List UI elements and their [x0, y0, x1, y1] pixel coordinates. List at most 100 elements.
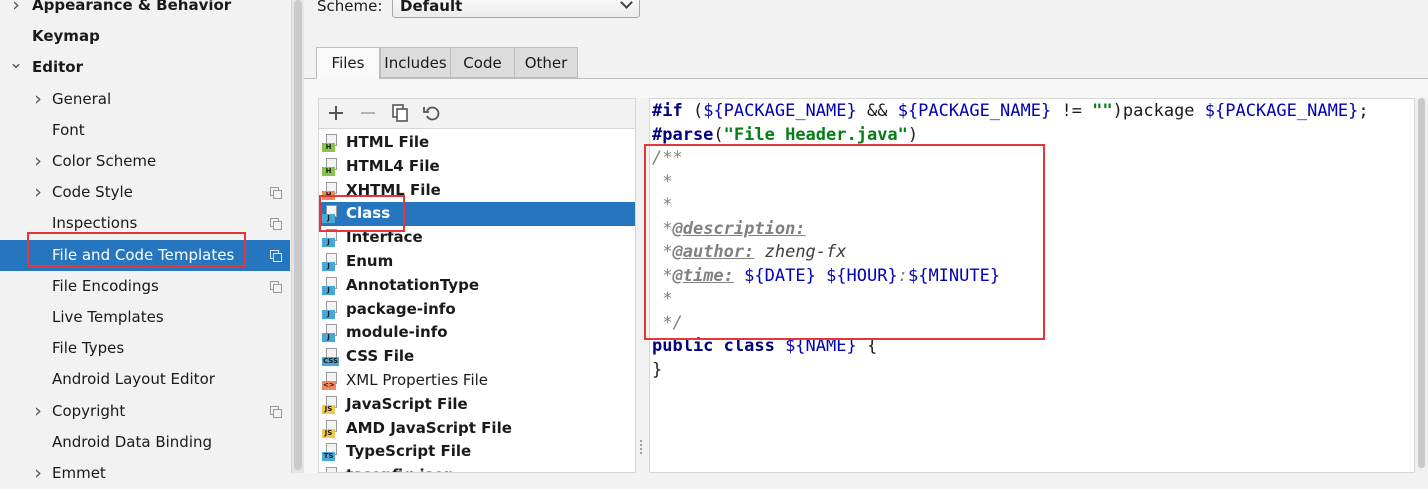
code-token: && [856, 101, 898, 121]
sidebar-item-file-encodings[interactable]: File Encodings [0, 271, 290, 302]
file-type-icon: <> [322, 372, 339, 390]
sidebar-item-file-and-code-templates[interactable]: File and Code Templates [0, 239, 290, 271]
file-type-icon: J [322, 276, 339, 295]
sidebar-item-android-data-binding[interactable]: Android Data Binding [0, 427, 290, 458]
minus-icon[interactable] [357, 102, 379, 124]
code-token: } [652, 359, 663, 380]
sidebar-item-inspections[interactable]: Inspections [0, 208, 290, 239]
template-list: H HTML File H HTML4 File H XHTML File J Class J I… [318, 128, 636, 473]
chevron-right-icon[interactable]: › [30, 458, 46, 489]
template-item[interactable]: H HTML File [319, 131, 635, 155]
code-token: ${MINUTE} [907, 265, 1001, 286]
sidebar-item-label: File and Code Templates [52, 245, 235, 264]
template-item[interactable]: H HTML4 File [319, 155, 635, 179]
sidebar-item-label: General [52, 89, 112, 108]
file-type-badge: J [322, 285, 335, 295]
template-code-editor[interactable]: #if (${PACKAGE_NAME} && ${PACKAGE_NAME} … [649, 98, 1415, 473]
sidebar-item-editor[interactable]: ⌄ Editor [0, 52, 290, 83]
template-name: XML Properties File [346, 371, 489, 389]
file-type-badge: J [322, 238, 335, 248]
tab-includes[interactable]: Includes [380, 47, 451, 78]
sidebar-item-appearance-behavior[interactable]: › Appearance & Behavior [0, 0, 290, 21]
tab-other[interactable]: Other [514, 47, 578, 78]
template-item[interactable]: CSS CSS File [319, 345, 635, 369]
sidebar-item-keymap[interactable]: Keymap [0, 21, 290, 52]
code-token: @time: [672, 265, 734, 286]
tab-code[interactable]: Code [450, 47, 515, 78]
sidebar-item-file-types[interactable]: File Types [0, 333, 290, 364]
template-name: Class [346, 204, 391, 223]
project-scope-icon [270, 280, 282, 293]
code-token: * [652, 218, 673, 239]
splitter-grip[interactable] [640, 440, 643, 454]
template-item[interactable]: JS AMD JavaScript File [319, 417, 635, 441]
editor-scrollbar[interactable] [1415, 98, 1428, 473]
template-item[interactable]: H XHTML File [319, 179, 635, 203]
code-token: #if [652, 101, 683, 121]
scheme-label: Scheme: [317, 0, 383, 15]
sidebar-item-android-layout-editor[interactable]: Android Layout Editor [0, 364, 290, 395]
template-name: AnnotationType [346, 275, 480, 294]
code-token: ; [1358, 101, 1369, 121]
sidebar-item-color-scheme[interactable]: › Color Scheme [0, 146, 290, 177]
template-name: HTML File [346, 133, 430, 151]
sidebar-item-font[interactable]: Font [0, 115, 290, 146]
sidebar-item-label: Android Layout Editor [52, 370, 215, 389]
undo-icon[interactable] [421, 102, 443, 124]
code-token: { [856, 336, 878, 356]
sidebar-item-label: Keymap [32, 27, 100, 46]
file-type-badge: <> [322, 381, 336, 390]
copy-icon[interactable] [389, 102, 411, 124]
code-line: *@author: zheng-fx [652, 241, 846, 265]
template-item[interactable]: J Class [319, 202, 635, 227]
template-item[interactable]: {} tsconfig.json [319, 464, 635, 472]
file-type-badge: H [322, 190, 335, 200]
template-item[interactable]: TS TypeScript File [319, 440, 635, 464]
file-type-badge: H [322, 143, 335, 152]
template-name: HTML4 File [346, 156, 440, 175]
scrollbar-thumb[interactable] [294, 0, 302, 470]
file-type-icon: CSS [322, 348, 340, 367]
scheme-dropdown[interactable]: Default [392, 0, 640, 18]
file-type-badge: TS [322, 452, 335, 462]
tab-files[interactable]: Files [316, 47, 380, 79]
code-token: ( [682, 101, 704, 121]
file-type-badge: H [322, 166, 335, 176]
template-item[interactable]: J AnnotationType [319, 274, 635, 298]
chevron-right-icon[interactable]: › [30, 84, 46, 115]
template-list-scrollbar[interactable] [636, 98, 649, 473]
code-token: * [652, 265, 673, 286]
chevron-right-icon[interactable]: › [8, 0, 24, 21]
sidebar-item-label: Code Style [52, 183, 133, 202]
code-token: != [1051, 101, 1093, 121]
file-type-icon: JS [322, 395, 339, 414]
code-token: "" [1092, 101, 1113, 121]
project-scope-icon [270, 187, 282, 200]
chevron-right-icon[interactable]: › [30, 177, 46, 208]
template-item[interactable]: JS JavaScript File [319, 393, 635, 417]
chevron-right-icon[interactable]: › [30, 396, 46, 427]
template-item[interactable]: Jmodule-info [319, 321, 635, 345]
sidebar-item-copyright[interactable]: › Copyright [0, 396, 290, 427]
template-item[interactable]: Jpackage-info [319, 298, 635, 322]
chevron-right-icon[interactable]: › [30, 146, 46, 177]
code-token: ${DATE} [744, 265, 816, 286]
sidebar-item-emmet[interactable]: › Emmet [0, 458, 290, 489]
template-item[interactable]: J Enum [319, 250, 635, 274]
template-item[interactable]: <> XML Properties File [319, 369, 635, 393]
sidebar-item-label: Android Data Binding [52, 432, 213, 451]
sidebar-item-general[interactable]: › General [0, 84, 290, 115]
template-name: Interface [346, 228, 423, 247]
scrollbar-thumb[interactable] [1418, 98, 1425, 468]
template-name: AMD JavaScript File [346, 418, 512, 437]
settings-tree-scrollbar[interactable] [291, 0, 304, 473]
sidebar-item-label: Emmet [52, 464, 106, 482]
sidebar-item-label: Live Templates [52, 308, 164, 326]
template-name: package-info [346, 299, 456, 318]
sidebar-item-code-style[interactable]: › Code Style [0, 177, 290, 208]
template-item[interactable]: J Interface [319, 226, 635, 250]
plus-icon[interactable] [325, 102, 347, 124]
sidebar-item-live-templates[interactable]: Live Templates [0, 302, 290, 333]
chevron-down-icon[interactable]: ⌄ [8, 48, 24, 79]
